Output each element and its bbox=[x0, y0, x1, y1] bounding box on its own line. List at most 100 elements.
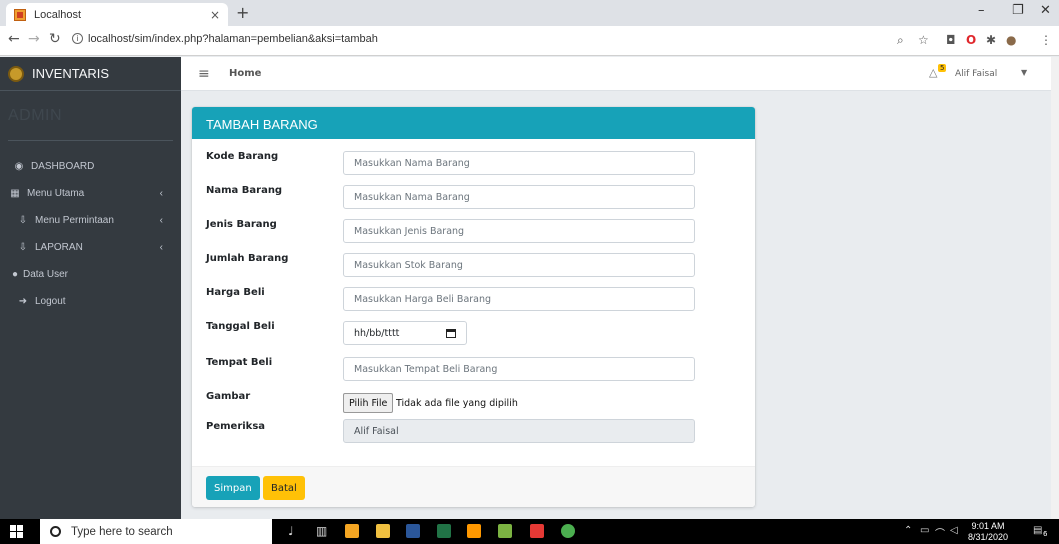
tab-close-icon[interactable]: × bbox=[210, 8, 220, 22]
sidebar-item-dashboard[interactable]: ◉ DASHBOARD bbox=[0, 153, 181, 180]
field-label: Gambar bbox=[206, 391, 251, 402]
download-icon: ⇩ bbox=[18, 214, 28, 226]
excel-app-icon[interactable] bbox=[437, 524, 451, 538]
profile-avatar-icon[interactable]: ● bbox=[1006, 33, 1016, 47]
xampp-app-icon[interactable] bbox=[345, 524, 359, 538]
forward-arrow-icon[interactable]: → bbox=[28, 31, 40, 47]
windows-taskbar: Type here to search ♩ ▥ ⌃ ▭ ⌒ ◁ 9:01 AM … bbox=[0, 519, 1059, 544]
harga-beli-input[interactable]: Masukkan Harga Beli Barang bbox=[343, 287, 695, 311]
camera-extension-icon[interactable]: ◘ bbox=[946, 33, 956, 47]
notification-badge: 5 bbox=[938, 64, 947, 72]
wifi-icon[interactable]: ⌒ bbox=[935, 525, 945, 540]
kode-barang-input[interactable]: Masukkan Nama Barang bbox=[343, 151, 695, 175]
taskbar-clock[interactable]: 9:01 AM 8/31/2020 bbox=[968, 521, 1008, 543]
chevron-left-icon: ‹ bbox=[159, 188, 163, 199]
sidebar-item-menu-permintaan[interactable]: ⇩ Menu Permintaan ‹ bbox=[0, 207, 181, 234]
browser-menu-icon[interactable]: ⋮ bbox=[1040, 33, 1052, 47]
sidebar-item-label: Data User bbox=[23, 269, 69, 280]
user-icon: ● bbox=[11, 268, 19, 280]
add-item-card: TAMBAH BARANG Kode Barang Masukkan Nama … bbox=[192, 107, 755, 507]
battery-icon[interactable]: ▭ bbox=[920, 525, 929, 536]
form-row-tempat-beli: Tempat Beli Masukkan Tempat Beli Barang bbox=[192, 357, 755, 381]
action-center-icon[interactable]: ▤ bbox=[1033, 525, 1042, 536]
table-icon: ▦ bbox=[10, 187, 20, 199]
card-footer: Simpan Batal bbox=[192, 466, 755, 507]
chevron-left-icon: ‹ bbox=[159, 215, 163, 226]
reload-icon[interactable]: ↻ bbox=[49, 31, 61, 47]
sidebar-item-menu-utama[interactable]: ▦ Menu Utama ‹ bbox=[0, 180, 181, 207]
field-label: Harga Beli bbox=[206, 287, 265, 298]
opera-extension-icon[interactable]: O bbox=[966, 33, 976, 47]
tanggal-beli-date-input[interactable]: hh/bb/tttt bbox=[343, 321, 467, 345]
user-menu[interactable]: Alif Faisal bbox=[955, 69, 997, 79]
field-label: Jenis Barang bbox=[206, 219, 277, 230]
form-row-tanggal-beli: Tanggal Beli hh/bb/tttt bbox=[192, 321, 755, 345]
anydesk-app-icon[interactable] bbox=[530, 524, 544, 538]
brand-link[interactable]: INVENTARIS bbox=[0, 57, 181, 91]
bookmark-star-icon[interactable]: ☆ bbox=[918, 33, 929, 47]
caret-down-icon[interactable]: ▼ bbox=[1021, 68, 1027, 77]
windows-start-icon[interactable] bbox=[10, 525, 23, 538]
tempat-beli-input[interactable]: Masukkan Tempat Beli Barang bbox=[343, 357, 695, 381]
sublime-app-icon[interactable] bbox=[467, 524, 481, 538]
form-row-jumlah-barang: Jumlah Barang Masukkan Stok Barang bbox=[192, 253, 755, 277]
sidebar-item-data-user[interactable]: ● Data User bbox=[0, 261, 181, 288]
save-button[interactable]: Simpan bbox=[206, 476, 260, 500]
sidebar-item-label: DASHBOARD bbox=[31, 161, 95, 172]
window-maximize-button[interactable]: ❐ bbox=[1012, 3, 1024, 18]
sidebar-item-label: Menu Utama bbox=[27, 188, 85, 199]
microphone-icon[interactable]: ♩ bbox=[288, 524, 294, 538]
calendar-icon[interactable] bbox=[446, 328, 456, 338]
sidebar: INVENTARIS ADMIN ◉ DASHBOARD ▦ Menu Utam… bbox=[0, 57, 181, 519]
url-field[interactable]: localhost/sim/index.php?halaman=pembelia… bbox=[88, 33, 378, 45]
form-row-pemeriksa: Pemeriksa Alif Faisal bbox=[192, 419, 755, 445]
choose-file-button[interactable]: Pilih File bbox=[343, 393, 394, 413]
sidebar-item-laporan[interactable]: ⇩ LAPORAN ‹ bbox=[0, 234, 181, 261]
zoom-icon[interactable]: ⌕ bbox=[897, 33, 904, 48]
bell-icon[interactable]: △ bbox=[929, 66, 937, 79]
home-link[interactable]: Home bbox=[229, 68, 261, 79]
site-info-icon[interactable]: i bbox=[72, 33, 83, 44]
top-navbar: ≡ Home △ 5 Alif Faisal ▼ bbox=[181, 57, 1059, 91]
jenis-barang-input[interactable]: Masukkan Jenis Barang bbox=[343, 219, 695, 243]
file-status-text: Tidak ada file yang dipilih bbox=[396, 398, 518, 409]
back-arrow-icon[interactable]: ← bbox=[8, 31, 20, 47]
field-label: Kode Barang bbox=[206, 151, 279, 162]
task-view-icon[interactable]: ▥ bbox=[316, 524, 327, 538]
sign-out-icon: ➜ bbox=[18, 295, 28, 307]
jumlah-barang-input[interactable]: Masukkan Stok Barang bbox=[343, 253, 695, 277]
volume-icon[interactable]: ◁ bbox=[950, 525, 958, 536]
site-favicon-icon bbox=[14, 8, 26, 21]
hamburger-menu-icon[interactable]: ≡ bbox=[198, 66, 210, 82]
window-minimize-button[interactable]: – bbox=[978, 3, 985, 18]
browser-tab-bar: Localhost × + – ❐ ✕ bbox=[0, 0, 1059, 26]
new-tab-button[interactable]: + bbox=[236, 3, 249, 22]
window-close-button[interactable]: ✕ bbox=[1040, 3, 1051, 18]
notepad-app-icon[interactable] bbox=[498, 524, 512, 538]
page-scrollbar[interactable] bbox=[1051, 57, 1059, 519]
taskbar-search-box[interactable]: Type here to search bbox=[40, 519, 272, 544]
file-explorer-icon[interactable] bbox=[376, 524, 390, 538]
chrome-app-icon[interactable] bbox=[561, 524, 575, 538]
tab-title: Localhost bbox=[34, 8, 82, 21]
brand-text: INVENTARIS bbox=[32, 66, 110, 81]
cancel-button[interactable]: Batal bbox=[263, 476, 305, 500]
search-placeholder: Type here to search bbox=[71, 525, 173, 538]
tray-chevron-icon[interactable]: ⌃ bbox=[904, 525, 912, 536]
card-title: TAMBAH BARANG bbox=[192, 107, 755, 139]
sidebar-item-label: Logout bbox=[35, 296, 66, 307]
nama-barang-input[interactable]: Masukkan Nama Barang bbox=[343, 185, 695, 209]
brand-logo-icon bbox=[8, 65, 24, 82]
download-icon: ⇩ bbox=[18, 241, 28, 253]
field-label: Jumlah Barang bbox=[206, 253, 289, 264]
word-app-icon[interactable] bbox=[406, 524, 420, 538]
field-label: Tempat Beli bbox=[206, 357, 273, 368]
chevron-left-icon: ‹ bbox=[159, 242, 163, 253]
extensions-puzzle-icon[interactable]: ✱ bbox=[986, 33, 996, 47]
form-row-harga-beli: Harga Beli Masukkan Harga Beli Barang bbox=[192, 287, 755, 311]
sidebar-item-logout[interactable]: ➜ Logout bbox=[0, 288, 181, 315]
form-row-kode-barang: Kode Barang Masukkan Nama Barang bbox=[192, 151, 755, 175]
browser-tab[interactable]: Localhost × bbox=[6, 3, 228, 26]
clock-time: 9:01 AM bbox=[971, 521, 1005, 531]
user-panel-name: ADMIN bbox=[8, 106, 63, 124]
